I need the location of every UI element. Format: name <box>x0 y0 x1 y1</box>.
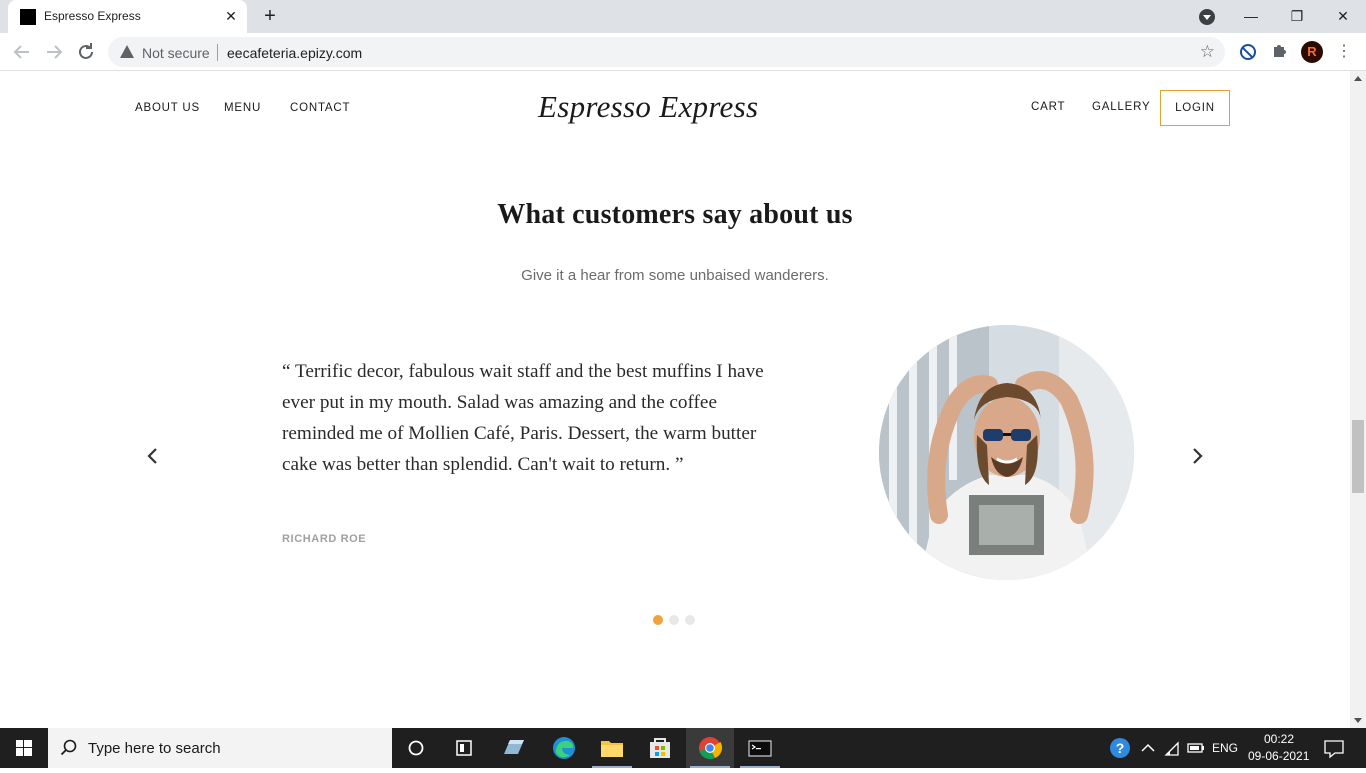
chevron-up-icon[interactable] <box>1138 728 1158 768</box>
browser-toolbar: Not secure eecafeteria.epizy.com ☆ R ⋮ <box>0 33 1366 71</box>
chrome-icon[interactable] <box>686 728 734 768</box>
warning-icon <box>120 45 134 58</box>
search-icon <box>60 739 77 756</box>
testimonial-quote: “ Terrific decor, fabulous wait staff an… <box>282 361 764 475</box>
scroll-up-icon[interactable] <box>1354 76 1362 81</box>
section-title: What customers say about us <box>497 199 853 230</box>
testimonial-author: RICHARD ROE <box>282 533 367 545</box>
store-icon[interactable] <box>636 728 684 768</box>
scrollbar-thumb[interactable] <box>1352 420 1364 493</box>
restore-button[interactable]: ❐ <box>1274 0 1320 33</box>
block-extension-icon[interactable] <box>1240 44 1256 60</box>
nav-cart[interactable]: CART <box>1031 101 1065 113</box>
browser-tab[interactable]: Espresso Express ✕ <box>8 0 247 33</box>
carousel-prev-icon[interactable] <box>143 445 163 467</box>
page-viewport: ABOUT US MENU CONTACT Espresso Express C… <box>0 71 1350 728</box>
menu-kebab-icon[interactable]: ⋮ <box>1336 41 1352 63</box>
terminal-icon[interactable] <box>736 728 784 768</box>
app-icon[interactable] <box>490 728 538 768</box>
minimize-button[interactable]: — <box>1228 0 1274 33</box>
site-logo[interactable]: Espresso Express <box>538 89 758 125</box>
search-placeholder: Type here to search <box>88 740 221 757</box>
windows-taskbar: Type here to search ? ENG 00:22 09-06-20… <box>0 728 1366 768</box>
carousel-dot-3[interactable] <box>685 615 695 625</box>
nav-about-us[interactable]: ABOUT US <box>135 102 200 114</box>
login-button[interactable]: LOGIN <box>1160 90 1230 126</box>
file-explorer-icon[interactable] <box>588 728 636 768</box>
carousel-next-icon[interactable] <box>1187 445 1207 467</box>
bookmark-star-icon[interactable]: ☆ <box>1200 42 1215 62</box>
security-label[interactable]: Not secure <box>142 45 210 61</box>
edge-icon[interactable] <box>540 728 588 768</box>
carousel-dot-2[interactable] <box>669 615 679 625</box>
language-indicator[interactable]: ENG <box>1212 741 1238 755</box>
back-arrow-icon[interactable] <box>10 40 34 64</box>
forward-arrow-icon[interactable] <box>42 40 66 64</box>
taskbar-search-box[interactable]: Type here to search <box>48 728 392 768</box>
network-icon[interactable] <box>1160 728 1184 768</box>
windows-start-icon[interactable] <box>0 728 48 768</box>
clock-time[interactable]: 00:22 <box>1264 732 1294 746</box>
url-text[interactable]: eecafeteria.epizy.com <box>227 45 362 61</box>
extensions-puzzle-icon[interactable] <box>1269 41 1291 63</box>
scroll-down-icon[interactable] <box>1354 718 1362 723</box>
clock-date[interactable]: 09-06-2021 <box>1248 749 1309 763</box>
nav-contact[interactable]: CONTACT <box>290 102 350 114</box>
profile-avatar[interactable]: R <box>1301 41 1323 63</box>
close-window-button[interactable]: ✕ <box>1320 0 1366 33</box>
cortana-icon[interactable] <box>392 728 440 768</box>
address-bar[interactable]: Not secure eecafeteria.epizy.com ☆ <box>108 37 1225 67</box>
notification-icon[interactable] <box>1318 728 1350 768</box>
page-scrollbar[interactable] <box>1350 71 1366 728</box>
svg-text:?: ? <box>1116 740 1125 756</box>
reload-icon[interactable] <box>74 40 98 64</box>
site-favicon-icon <box>20 9 36 25</box>
battery-icon[interactable] <box>1184 728 1208 768</box>
carousel-dots <box>653 612 701 625</box>
address-divider <box>217 44 218 61</box>
tab-close-icon[interactable]: ✕ <box>223 7 239 25</box>
customer-portrait <box>879 325 1134 580</box>
nav-gallery[interactable]: GALLERY <box>1092 101 1150 113</box>
nav-menu[interactable]: MENU <box>224 102 261 114</box>
new-tab-button[interactable]: + <box>258 4 282 28</box>
carousel-dot-1[interactable] <box>653 615 663 625</box>
task-view-icon[interactable] <box>440 728 488 768</box>
section-subtitle: Give it a hear from some unbaised wander… <box>521 267 829 284</box>
tab-title: Espresso Express <box>44 9 141 23</box>
browser-tab-bar: Espresso Express ✕ + — ❐ ✕ <box>0 0 1366 33</box>
tab-search-icon[interactable] <box>1199 9 1215 25</box>
help-icon[interactable]: ? <box>1102 728 1138 768</box>
